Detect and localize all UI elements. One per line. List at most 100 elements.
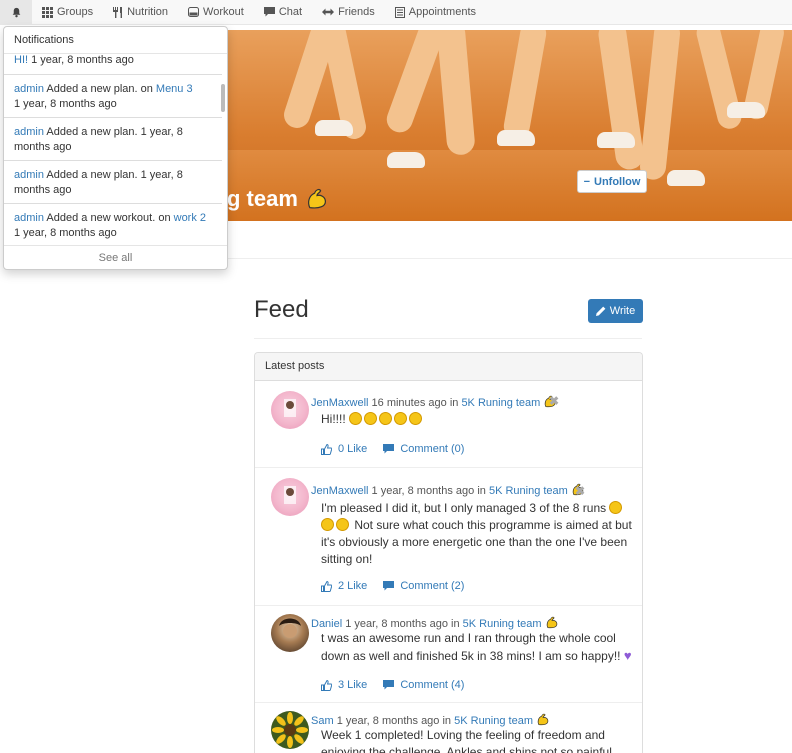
top-navbar: Groups Nutrition Workout Chat Friends Ap… [0,0,792,25]
notifications-list[interactable]: HI! 1 year, 8 months ago admin Added a n… [4,54,227,247]
post-author-link[interactable]: JenMaxwell [311,485,368,497]
comment-button[interactable]: Comment (4) [383,679,464,691]
running-shoe [727,102,765,118]
list-alt-icon [394,6,405,18]
like-button[interactable]: 2 Like [321,580,367,592]
nav-appointments[interactable]: Appointments [385,0,486,25]
comment-icon [383,444,395,454]
comment-label: Comment [400,443,448,455]
post-time: 16 minutes ago [371,397,447,409]
unfollow-label: Unfollow [594,175,641,188]
notification-item[interactable]: HI! 1 year, 8 months ago [4,54,222,75]
flexed-biceps-icon [537,713,549,726]
post-time: 1 year, 8 months ago [336,715,440,727]
comment-label: Comment [400,679,448,691]
group-title: g team [227,186,330,212]
unfollow-button[interactable]: − Unfollow [577,170,647,193]
comment-count: (2) [451,580,465,592]
comment-button[interactable]: Comment (0) [383,443,464,455]
hdd-icon [188,7,200,17]
notifications-dropdown: Notifications HI! 1 year, 8 months ago a… [3,26,228,270]
post-author-link[interactable]: Sam [311,715,334,727]
thumbs-up-icon [321,443,332,455]
post-author-link[interactable]: Daniel [311,618,342,630]
comment-label: Comment [400,580,448,592]
flexed-biceps-icon [546,616,557,629]
face-savoring-food-icon [394,412,408,425]
avatar[interactable] [271,711,309,749]
write-button[interactable]: Write [588,299,643,323]
notifications-scrollbar[interactable] [221,84,225,112]
delete-post-icon[interactable]: ✖ [575,484,585,498]
notification-time: 1 year, 8 months ago [14,98,117,110]
notifications-bell-button[interactable] [0,0,32,25]
divider [227,258,792,259]
post-text-line2: Not sure what couch this programme is ai… [321,518,632,566]
nav-friends[interactable]: Friends [312,0,385,25]
like-button[interactable]: 0 Like [321,443,367,455]
delete-post-icon[interactable]: ✖ [549,394,559,408]
notification-text: Added a new plan. on [46,83,153,95]
nav-friends-label: Friends [338,6,375,18]
like-count: 2 [338,580,345,592]
post-actions: 3 Like Comment (4) [321,679,464,691]
minus-icon: − [583,175,590,188]
comment-button[interactable]: Comment (2) [383,580,464,592]
post-in: in [477,485,486,497]
post-author-link[interactable]: JenMaxwell [311,397,368,409]
notification-item[interactable]: admin Added a new plan. 1 year, 8 months… [4,161,222,204]
runner-leg [436,30,476,156]
flexed-biceps-icon [308,188,327,209]
post-group-link[interactable]: 5K Runing team [454,715,533,727]
like-count: 0 [338,443,345,455]
notification-target-link[interactable]: work 2 [174,212,206,224]
grid-icon [42,6,53,18]
purple-heart-icon: ♥ [623,648,632,663]
like-label: Like [347,580,368,592]
panel-title: Latest posts [255,353,642,381]
running-shoe [315,120,353,136]
face-savoring-food-icon [379,412,393,425]
post-in: in [449,397,459,409]
feed-post: JenMaxwell 16 minutes ago in 5K Runing t… [255,382,642,468]
like-label: Like [347,679,368,691]
notification-item[interactable]: admin Added a new plan. on Menu 3 1 year… [4,75,222,118]
notification-time: 1 year, 8 months ago [14,227,117,239]
comment-icon [383,680,395,690]
post-time: 1 year, 8 months ago [345,618,448,630]
confused-face-icon [336,518,349,531]
see-all-link[interactable]: See all [4,245,227,269]
avatar[interactable] [271,478,309,516]
post-time: 1 year, 8 months ago [371,485,475,497]
group-title-text: g team [227,186,298,211]
notification-time: 1 year, 8 months ago [31,54,134,66]
post-group-link[interactable]: 5K Runing team [463,618,542,630]
avatar[interactable] [271,391,309,429]
like-button[interactable]: 3 Like [321,679,367,691]
feed-post: Daniel 1 year, 8 months ago in 5K Runing… [255,606,642,703]
nav-workout[interactable]: Workout [178,0,254,25]
resize-horizontal-icon [322,8,335,16]
nav-workout-label: Workout [203,6,244,18]
running-shoe [387,152,425,168]
notification-user-link[interactable]: admin [14,126,44,138]
confused-face-icon [321,518,334,531]
notification-item[interactable]: admin Added a new workout. on work 2 1 y… [4,204,222,247]
nav-nutrition[interactable]: Nutrition [103,0,178,25]
post-group-link[interactable]: 5K Runing team [461,397,540,409]
nav-groups[interactable]: Groups [32,0,103,25]
notification-user-link[interactable]: admin [14,83,44,95]
nav-chat-label: Chat [278,6,303,18]
avatar[interactable] [271,614,309,652]
post-group-link[interactable]: 5K Runing team [489,485,568,497]
notification-user-link[interactable]: HI! [14,54,28,66]
pencil-icon [595,306,606,316]
feed-post: JenMaxwell 1 year, 8 months ago in 5K Ru… [255,468,642,606]
notification-user-link[interactable]: admin [14,212,44,224]
nav-chat[interactable]: Chat [254,0,312,25]
notification-target-link[interactable]: Menu 3 [156,83,193,95]
notification-user-link[interactable]: admin [14,169,44,181]
notification-text: Added a new plan. [46,126,138,138]
notification-item[interactable]: admin Added a new plan. 1 year, 8 months… [4,118,222,161]
post-in: in [442,715,452,727]
